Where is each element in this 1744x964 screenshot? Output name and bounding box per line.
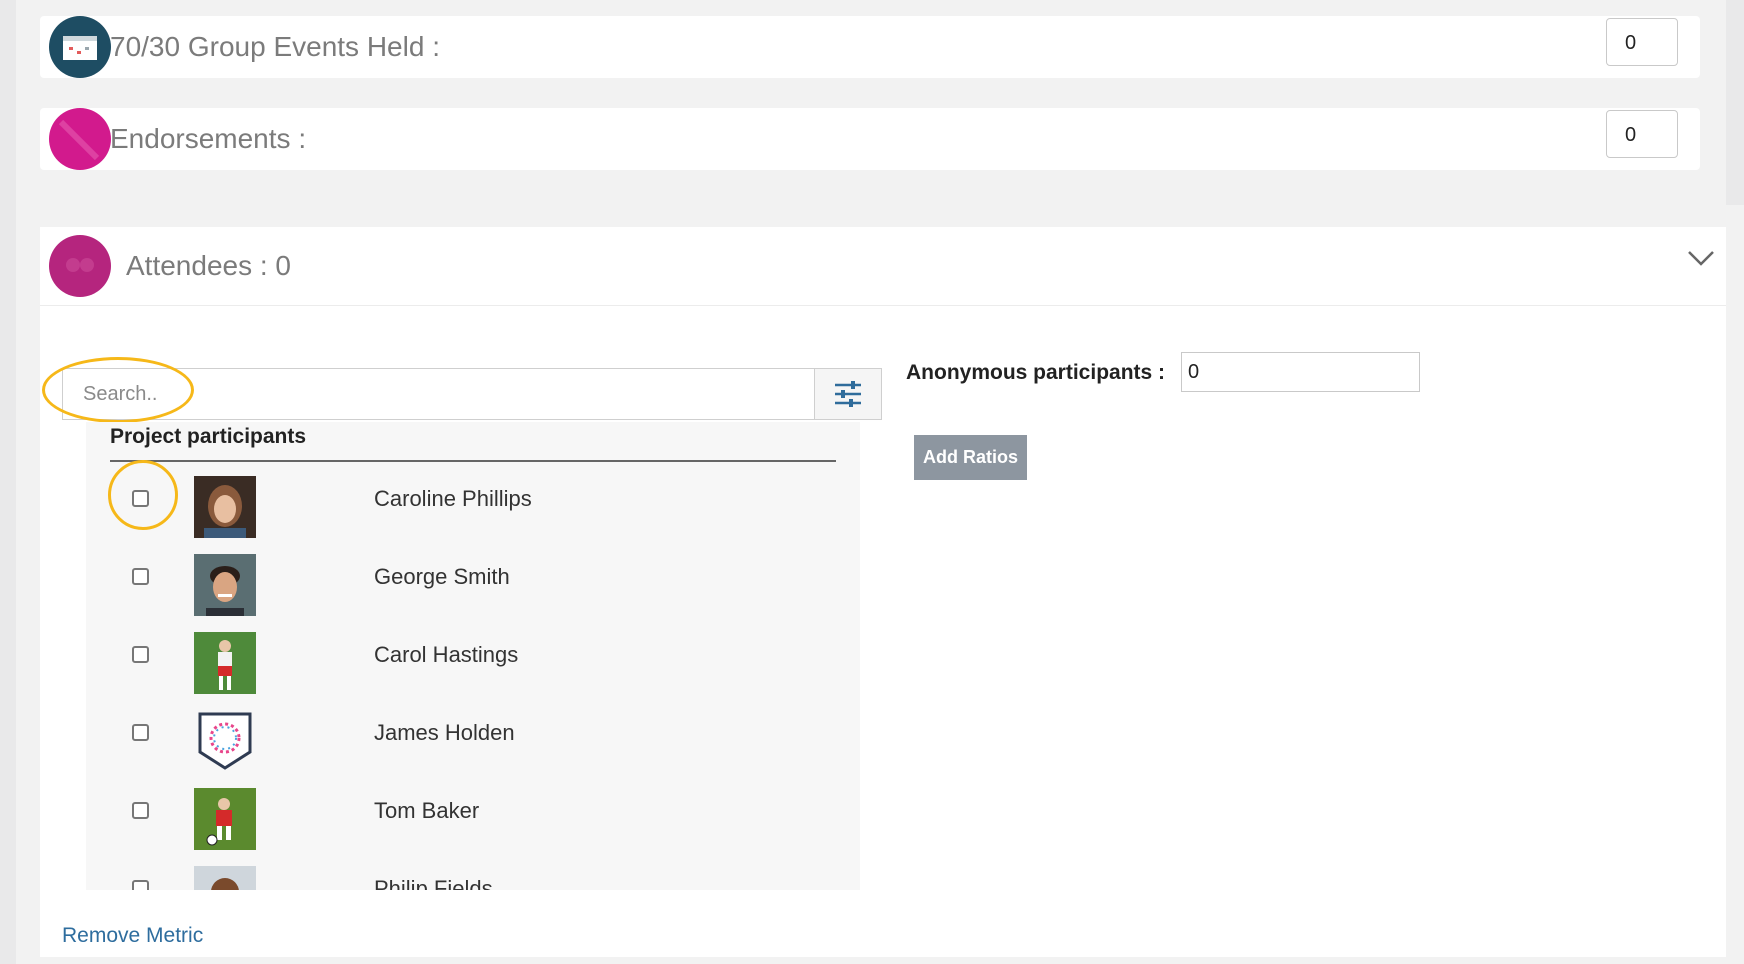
participant-checkbox[interactable] (132, 802, 149, 819)
endorsements-count-input[interactable]: 0 (1606, 110, 1678, 158)
participant-name: Caroline Phillips (374, 486, 532, 511)
list-item: George Smith (86, 554, 860, 632)
attendees-icon (49, 235, 111, 297)
remove-metric-link[interactable]: Remove Metric (62, 923, 203, 949)
participant-name: Philip Fields (374, 876, 493, 890)
avatar (194, 476, 256, 538)
participant-name: James Holden (374, 720, 515, 745)
metric-label: 70/30 Group Events Held : (110, 31, 440, 62)
avatar (194, 632, 256, 694)
list-item: Philip Fields (86, 866, 860, 890)
search-input[interactable] (63, 369, 815, 419)
participant-name: Tom Baker (374, 798, 480, 823)
avatar (194, 866, 256, 890)
group-events-count-input[interactable]: 0 (1606, 18, 1678, 66)
list-header: Project participants (110, 422, 836, 462)
avatar (194, 788, 256, 850)
participant-checkbox[interactable] (132, 646, 149, 663)
metric-row-endorsements: Endorsements : 0 (40, 108, 1700, 170)
participants-list: Project participants Caroline Phillips G… (86, 422, 860, 890)
chevron-down-icon[interactable] (1686, 245, 1716, 271)
page-gutter-right (1726, 0, 1744, 205)
list-item: Carol Hastings (86, 632, 860, 710)
metric-row-group-events: 70/30 Group Events Held : 0 (40, 16, 1700, 78)
list-item: James Holden (86, 710, 860, 788)
avatar (194, 710, 256, 772)
attendees-title: Attendees : 0 (126, 250, 292, 281)
participant-checkbox[interactable] (132, 880, 149, 890)
participant-name: Carol Hastings (374, 642, 519, 667)
page-gutter-left (0, 0, 16, 964)
participant-checkbox[interactable] (132, 490, 149, 507)
participant-checkbox[interactable] (132, 568, 149, 585)
sliders-icon (835, 381, 861, 407)
participant-checkbox[interactable] (132, 724, 149, 741)
filter-button[interactable] (814, 369, 881, 419)
avatar (194, 554, 256, 616)
attendees-header[interactable]: Attendees : 0 (40, 227, 1726, 306)
anonymous-participants-label: Anonymous participants : (906, 361, 1166, 384)
list-item: Tom Baker (86, 788, 860, 866)
list-item: Caroline Phillips (86, 476, 860, 554)
calendar-icon (49, 16, 111, 78)
add-ratios-button[interactable]: Add Ratios (914, 435, 1027, 480)
anonymous-participants-input[interactable]: 0 (1181, 352, 1420, 392)
participant-search (62, 368, 882, 420)
endorsement-icon (49, 108, 111, 170)
metric-label: Endorsements : (110, 123, 307, 154)
participant-name: George Smith (374, 564, 510, 589)
